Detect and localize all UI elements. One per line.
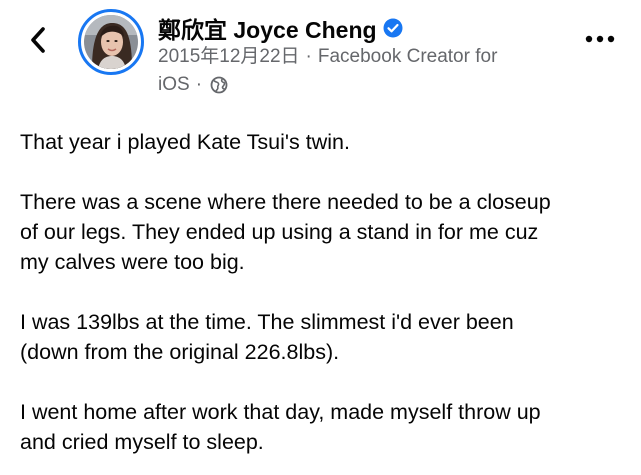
avatar xyxy=(84,15,138,69)
verified-badge-icon xyxy=(383,18,403,38)
back-button[interactable] xyxy=(20,22,56,58)
post-text: That year i played Kate Tsui's twin. The… xyxy=(20,127,630,475)
post-line: my calves were too big. xyxy=(20,250,245,274)
meta-separator: · xyxy=(305,46,312,67)
post-line: I was 139lbs at the time. The slimmest i… xyxy=(20,310,514,334)
meta-line-2: iOS · xyxy=(158,71,568,99)
post-meta: 2015年12月22日 · Facebook Creator for iOS · xyxy=(158,43,568,99)
post-line: (down from the original 226.8lbs). xyxy=(20,340,340,364)
meta-separator: · xyxy=(195,74,203,95)
globe-icon[interactable] xyxy=(210,76,228,94)
post-paragraph: That year i played Kate Tsui's twin. xyxy=(20,127,630,157)
author-row: 鄭欣宜 Joyce Cheng xyxy=(158,12,403,44)
post-paragraph: I went home after work that day, made my… xyxy=(20,397,630,457)
profile-avatar-button[interactable] xyxy=(78,9,144,75)
more-dots-icon xyxy=(585,35,615,43)
post-line: That year i played Kate Tsui's twin. xyxy=(20,130,350,154)
post-source-continued: iOS xyxy=(158,74,190,95)
post-line: There was a scene where there needed to … xyxy=(20,190,551,214)
post-paragraph: There was a scene where there needed to … xyxy=(20,187,630,277)
post-page: 鄭欣宜 Joyce Cheng 2015年12月22日 · Facebook C… xyxy=(0,0,641,475)
author-name[interactable]: 鄭欣宜 Joyce Cheng xyxy=(158,11,377,45)
back-chevron-icon xyxy=(31,27,45,53)
post-source: Facebook Creator for xyxy=(317,46,498,67)
post-paragraph: I was 139lbs at the time. The slimmest i… xyxy=(20,307,630,367)
post-line: of our legs. They ended up using a stand… xyxy=(20,220,539,244)
post-line: I went home after work that day, made my… xyxy=(20,400,541,424)
meta-line-1: 2015年12月22日 · Facebook Creator for xyxy=(158,43,568,71)
post-date[interactable]: 2015年12月22日 xyxy=(158,43,300,71)
more-options-button[interactable] xyxy=(578,24,622,54)
post-header: 鄭欣宜 Joyce Cheng 2015年12月22日 · Facebook C… xyxy=(0,0,641,110)
post-line: and cried myself to sleep. xyxy=(20,430,264,454)
